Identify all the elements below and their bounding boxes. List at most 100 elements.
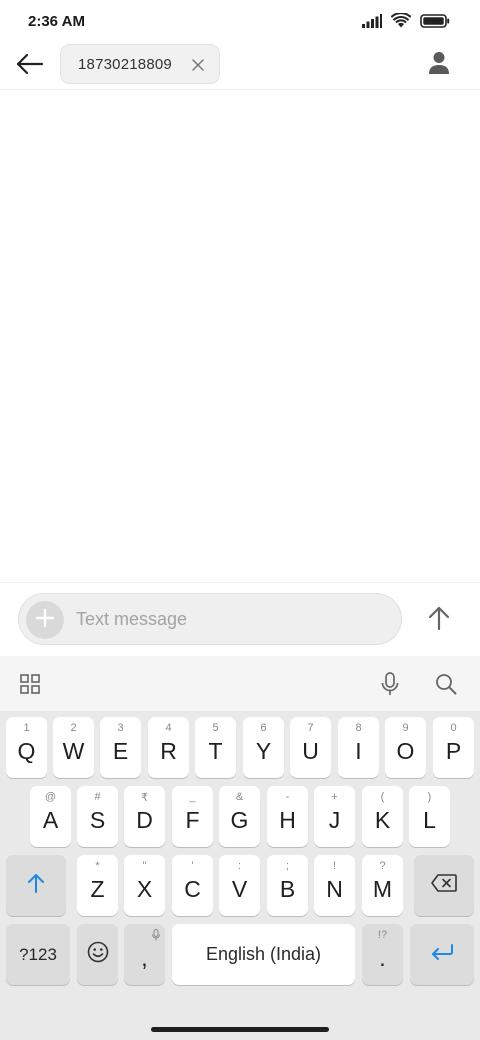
close-icon[interactable] (189, 56, 207, 74)
key-r[interactable]: 4R (148, 717, 189, 778)
key-e[interactable]: 3E (100, 717, 141, 778)
back-button[interactable] (12, 48, 48, 84)
key-label: N (326, 876, 343, 902)
status-icons (362, 12, 450, 33)
home-indicator[interactable] (151, 1027, 329, 1032)
key-i[interactable]: 8I (338, 717, 379, 778)
key-label: H (279, 807, 296, 833)
key-label: V (231, 876, 248, 902)
key-hint: ) (427, 791, 432, 803)
key-u[interactable]: 7U (290, 717, 331, 778)
key-v[interactable]: :V (219, 855, 260, 916)
key-c[interactable]: ' C (172, 855, 213, 916)
key-k[interactable]: (K (362, 786, 403, 847)
enter-key[interactable] (410, 924, 474, 985)
key-t[interactable]: 5T (195, 717, 236, 778)
key-z[interactable]: * Z (77, 855, 118, 916)
comma-label: , (141, 945, 148, 971)
navigation-bar (0, 1020, 480, 1040)
key-hint: _ (189, 791, 196, 803)
key-a[interactable]: @ A (30, 786, 71, 847)
backspace-icon (431, 874, 457, 897)
key-label: I (355, 738, 362, 764)
key-label: A (42, 807, 59, 833)
key-hint: 1 (23, 722, 30, 734)
key-hint: : (237, 860, 242, 872)
period-key[interactable]: !? . (362, 924, 403, 985)
key-label: K (374, 807, 391, 833)
key-h[interactable]: -H (267, 786, 308, 847)
key-f[interactable]: _ F (172, 786, 213, 847)
space-label: English (India) (205, 944, 322, 964)
key-label: G (230, 807, 249, 833)
key-hint: 9 (402, 722, 409, 734)
key-hint: 3 (117, 722, 124, 734)
key-label: T (208, 738, 223, 764)
key-label: L (423, 807, 436, 833)
key-m[interactable]: ? M (362, 855, 403, 916)
status-time: 2:36 AM (28, 13, 85, 30)
emoji-icon (87, 941, 109, 968)
key-label: J (328, 807, 341, 833)
key-label: Z (90, 876, 105, 902)
key-n[interactable]: ! N (314, 855, 355, 916)
conversation-area (0, 91, 480, 582)
attach-button[interactable] (26, 601, 64, 639)
key-label: S (89, 807, 106, 833)
emoji-key[interactable] (77, 924, 118, 985)
person-icon (428, 51, 450, 80)
microphone-icon (152, 928, 160, 946)
key-label: P (445, 738, 462, 764)
key-label: R (160, 738, 177, 764)
key-hint: !? (377, 929, 388, 941)
key-hint: + (331, 791, 338, 803)
backspace-key[interactable] (414, 855, 474, 916)
key-label: Q (17, 738, 36, 764)
search-icon[interactable] (431, 669, 461, 699)
microphone-icon[interactable] (375, 669, 405, 699)
message-input[interactable] (76, 604, 386, 634)
send-button[interactable] (422, 603, 456, 637)
key-b[interactable]: ; B (267, 855, 308, 916)
key-hint: 2 (70, 722, 77, 734)
key-s[interactable]: # S (77, 786, 118, 847)
symbols-label: ?123 (19, 944, 57, 964)
key-p[interactable]: 0P (433, 717, 474, 778)
key-hint: ? (379, 860, 386, 872)
key-d[interactable]: ₹ D (124, 786, 165, 847)
key-label: M (372, 876, 393, 902)
keyboard: 1Q 2W 3E 4R 5T 6Y 7U 8I 9O 0P @ A # S ₹ D _… (0, 712, 480, 1020)
key-x[interactable]: " X (124, 855, 165, 916)
contact-button[interactable] (422, 48, 456, 82)
space-key[interactable]: English (India) (172, 924, 355, 985)
key-o[interactable]: 9O (385, 717, 426, 778)
key-hint: @ (44, 791, 57, 803)
key-hint: ( (380, 791, 385, 803)
key-label: C (184, 876, 201, 902)
enter-icon (430, 944, 454, 965)
key-y[interactable]: 6Y (243, 717, 284, 778)
wifi-icon (390, 12, 412, 33)
recipient-chip[interactable]: 18730218809 (60, 44, 220, 84)
key-w[interactable]: 2W (53, 717, 94, 778)
key-hint: ! (332, 860, 337, 872)
message-box (18, 593, 402, 645)
key-hint: * (95, 860, 100, 872)
grid-icon[interactable] (15, 669, 45, 699)
comma-key[interactable]: , (124, 924, 165, 985)
key-q[interactable]: 1Q (6, 717, 47, 778)
key-hint: - (285, 791, 290, 803)
key-hint: 7 (307, 722, 314, 734)
shift-key[interactable] (6, 855, 66, 916)
key-hint: & (235, 791, 244, 803)
key-hint: # (94, 791, 101, 803)
message-composer (0, 582, 480, 656)
key-hint: " (142, 860, 147, 872)
key-j[interactable]: + J (314, 786, 355, 847)
plus-icon (35, 608, 55, 632)
symbols-key[interactable]: ?123 (6, 924, 70, 985)
key-hint: ; (285, 860, 290, 872)
key-l[interactable]: ) L (409, 786, 450, 847)
key-g[interactable]: & G (219, 786, 260, 847)
key-hint: ₹ (141, 792, 148, 804)
